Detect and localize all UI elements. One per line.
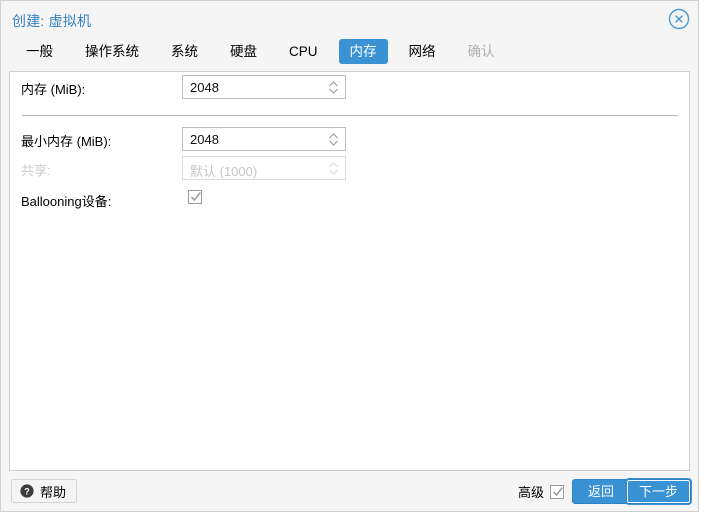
- tab-general[interactable]: 一般: [15, 39, 64, 64]
- memory-input-value: 2048: [190, 80, 219, 95]
- min-memory-input[interactable]: 2048: [182, 127, 346, 151]
- create-vm-dialog: 创建: 虚拟机 一般 操作系统 系统 硬盘 CPU 内存 网络 确认 内存 (M…: [0, 0, 699, 512]
- shares-input: 默认 (1000): [182, 156, 346, 180]
- form-separator: [22, 115, 678, 116]
- form-row-min-memory: 最小内存 (MiB): 2048: [10, 124, 689, 156]
- spinner-arrows-icon: [328, 161, 339, 176]
- next-button[interactable]: 下一步: [625, 479, 691, 504]
- back-button[interactable]: 返回: [572, 479, 630, 504]
- close-icon[interactable]: [668, 8, 690, 30]
- dialog-footer: ? 帮助 高级 返回 下一步: [1, 471, 698, 511]
- tab-os[interactable]: 操作系统: [74, 39, 150, 64]
- form-row-ballooning: Ballooning设备:: [10, 184, 689, 216]
- help-button[interactable]: ? 帮助: [11, 479, 78, 503]
- svg-text:?: ?: [24, 486, 30, 496]
- dialog-title: 创建: 虚拟机: [12, 13, 92, 29]
- spinner-arrows-icon[interactable]: [328, 80, 339, 95]
- ballooning-checkbox[interactable]: [188, 190, 202, 204]
- help-circle-icon: ?: [20, 484, 34, 498]
- dialog-titlebar: 创建: 虚拟机: [1, 1, 698, 39]
- tab-confirm: 确认: [467, 44, 495, 59]
- min-memory-label: 最小内存 (MiB):: [21, 134, 112, 149]
- form-row-memory: 内存 (MiB): 2048: [10, 72, 689, 104]
- form-row-shares: 共享: 默认 (1000): [10, 153, 689, 185]
- memory-input[interactable]: 2048: [182, 75, 346, 99]
- tab-disk[interactable]: 硬盘: [219, 39, 268, 64]
- advanced-label: 高级: [517, 485, 544, 500]
- memory-label: 内存 (MiB):: [21, 82, 86, 97]
- shares-input-placeholder: 默认 (1000): [190, 164, 258, 179]
- advanced-toggle[interactable]: 高级: [518, 482, 564, 501]
- tab-system[interactable]: 系统: [160, 39, 209, 64]
- advanced-checkbox[interactable]: [550, 484, 564, 499]
- ballooning-label: Ballooning设备:: [21, 194, 112, 209]
- min-memory-input-value: 2048: [190, 132, 219, 147]
- tab-cpu[interactable]: CPU: [278, 39, 329, 64]
- shares-label: 共享:: [21, 163, 51, 178]
- help-button-label: 帮助: [40, 484, 67, 500]
- spinner-arrows-icon[interactable]: [328, 132, 339, 147]
- tab-memory[interactable]: 内存: [338, 39, 388, 64]
- wizard-tabbar: 一般 操作系统 系统 硬盘 CPU 内存 网络 确认: [1, 39, 698, 71]
- tab-network[interactable]: 网络: [398, 39, 447, 64]
- wizard-content-panel: 内存 (MiB): 2048 最小内存 (MiB): 2048 共享: 默认 (…: [9, 71, 690, 471]
